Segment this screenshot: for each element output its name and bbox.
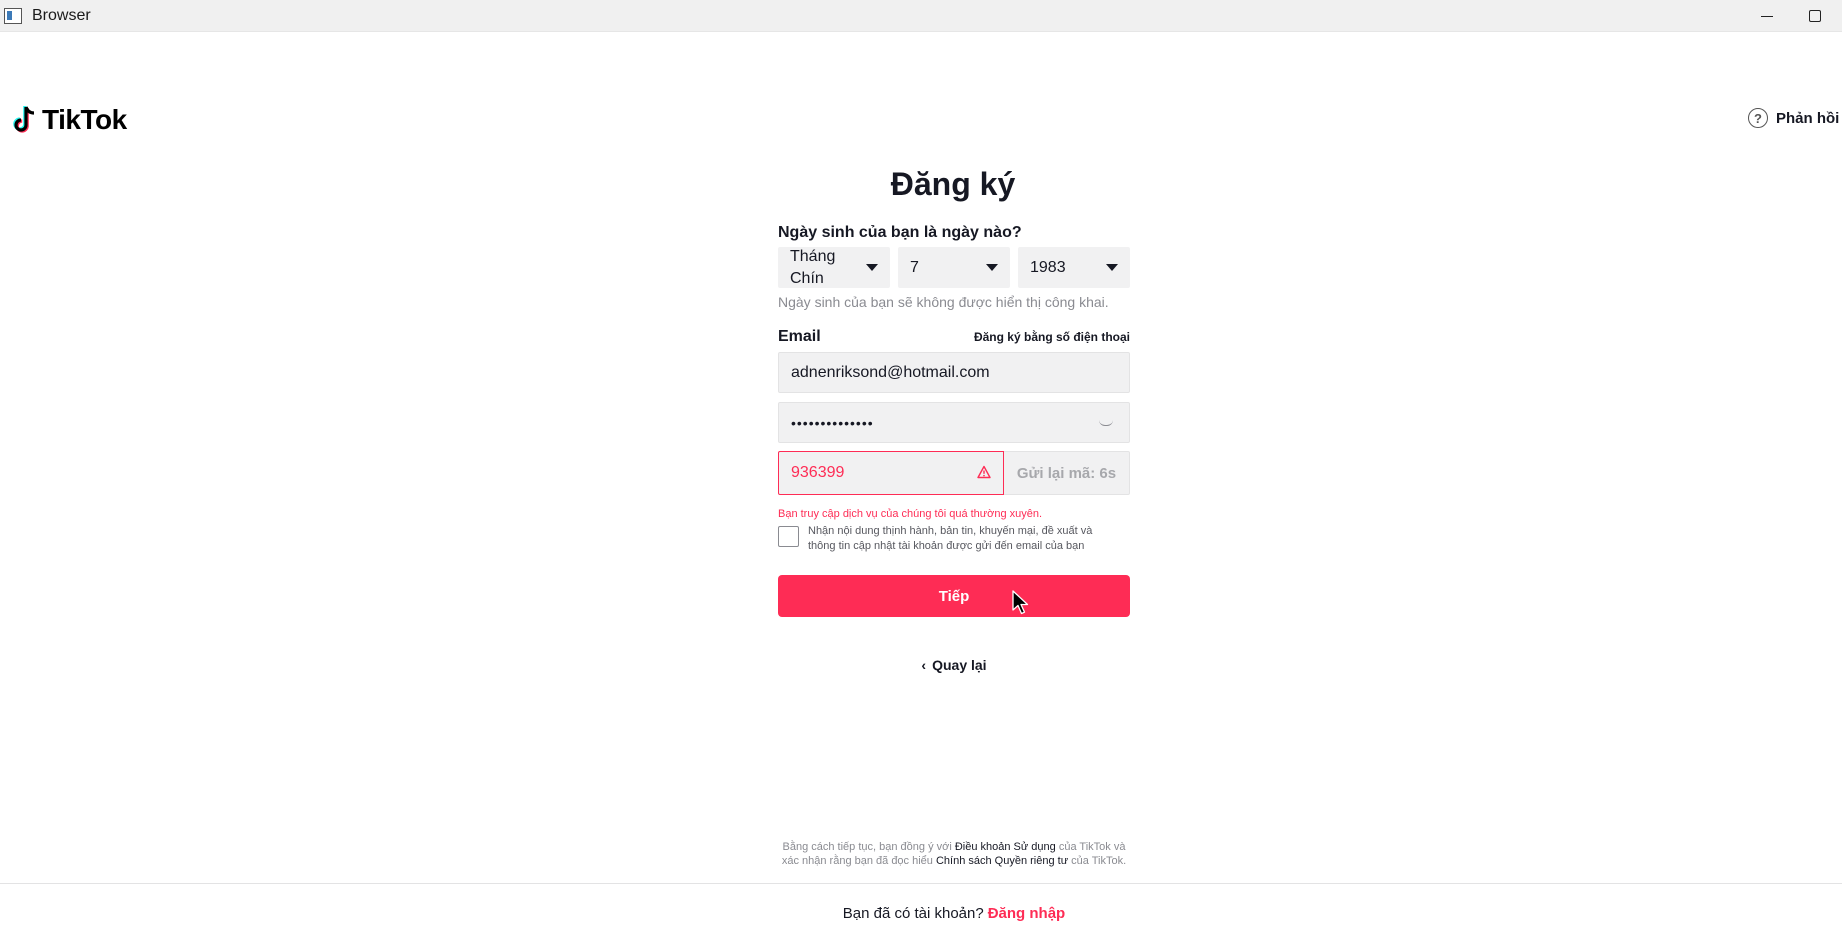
window-titlebar: Browser [0,0,1842,32]
login-prompt: Bạn đã có tài khoản? Đăng nhập [0,905,1842,922]
chevron-left-icon: ‹ [921,657,927,673]
question-circle-icon: ? [1748,108,1768,128]
year-select[interactable]: 1983 [1018,247,1130,288]
tiktok-logo[interactable]: TikTok [12,104,127,136]
verification-code-value: 936399 [791,464,845,481]
privacy-policy-link[interactable]: Chính sách Quyền riêng tư [936,855,1068,867]
dob-hint: Ngày sinh của bạn sẽ không được hiển thị… [778,294,1109,310]
terms-notice: Bằng cách tiếp tục, bạn đồng ý với Điều … [0,840,1842,868]
warning-icon [977,465,991,479]
minimize-button[interactable] [1744,0,1790,32]
window-title: Browser [32,6,91,24]
terms-text: Bằng cách tiếp tục, bạn đồng ý với [782,841,955,853]
month-value: Tháng Chín [790,247,836,287]
email-header-row: Email Đăng ký bằng số điện thoại [778,328,1130,346]
dob-label: Ngày sinh của bạn là ngày nào? [778,224,1022,241]
resend-code-button[interactable]: Gửi lại mã: 6s [1004,451,1130,495]
page-title: Đăng ký [890,166,1016,202]
back-label: Quay lại [932,657,987,673]
hide-password-icon[interactable] [1099,420,1113,426]
terms-text: xác nhận rằng bạn đã đọc hiểu [781,855,936,867]
terms-of-use-link[interactable]: Điều khoản Sử dụng [955,841,1056,853]
day-select[interactable]: 7 [898,247,1010,288]
login-link[interactable]: Đăng nhập [988,905,1066,922]
verification-code-row: 936399 Gửi lại mã: 6s [778,451,1130,495]
email-field[interactable]: adnenriksond@hotmail.com [778,352,1130,393]
mouse-cursor-icon [1012,590,1029,615]
verification-code-field[interactable]: 936399 [778,451,1004,495]
error-message: Bạn truy cập dịch vụ của chúng tôi quá t… [778,508,1043,520]
tiktok-note-icon [13,106,35,133]
browser-app-icon [4,7,22,24]
logo-text: TikTok [42,104,127,135]
caret-down-icon [866,264,878,271]
back-link[interactable]: ‹ Quay lại [0,657,1842,673]
next-button[interactable]: Tiếp [778,575,1130,617]
marketing-consent-row: Nhận nội dung thịnh hành, bản tin, khuyế… [778,524,1130,554]
year-value: 1983 [1030,258,1066,276]
email-label: Email [778,328,821,345]
feedback-help-label: Phản hồi và [1776,109,1842,127]
footer-divider [0,883,1842,884]
day-value: 7 [910,258,919,276]
maximize-button[interactable] [1792,0,1838,32]
marketing-consent-checkbox[interactable] [778,526,799,547]
dob-selects: Tháng Chín 7 1983 [778,247,1130,288]
caret-down-icon [986,264,998,271]
caret-down-icon [1106,264,1118,271]
terms-text: của TikTok. [1068,855,1127,867]
terms-text: của TikTok và [1055,841,1126,853]
password-field[interactable]: •••••••••••••• [778,402,1130,443]
marketing-consent-text: Nhận nội dung thịnh hành, bản tin, khuyế… [808,525,1093,552]
feedback-help-link[interactable]: ? Phản hồi và [1748,108,1842,128]
have-account-text: Bạn đã có tài khoản? [842,905,984,922]
password-value: •••••••••••••• [791,414,874,431]
month-select[interactable]: Tháng Chín [778,247,890,288]
phone-signup-link[interactable]: Đăng ký bằng số điện thoại [974,330,1130,344]
